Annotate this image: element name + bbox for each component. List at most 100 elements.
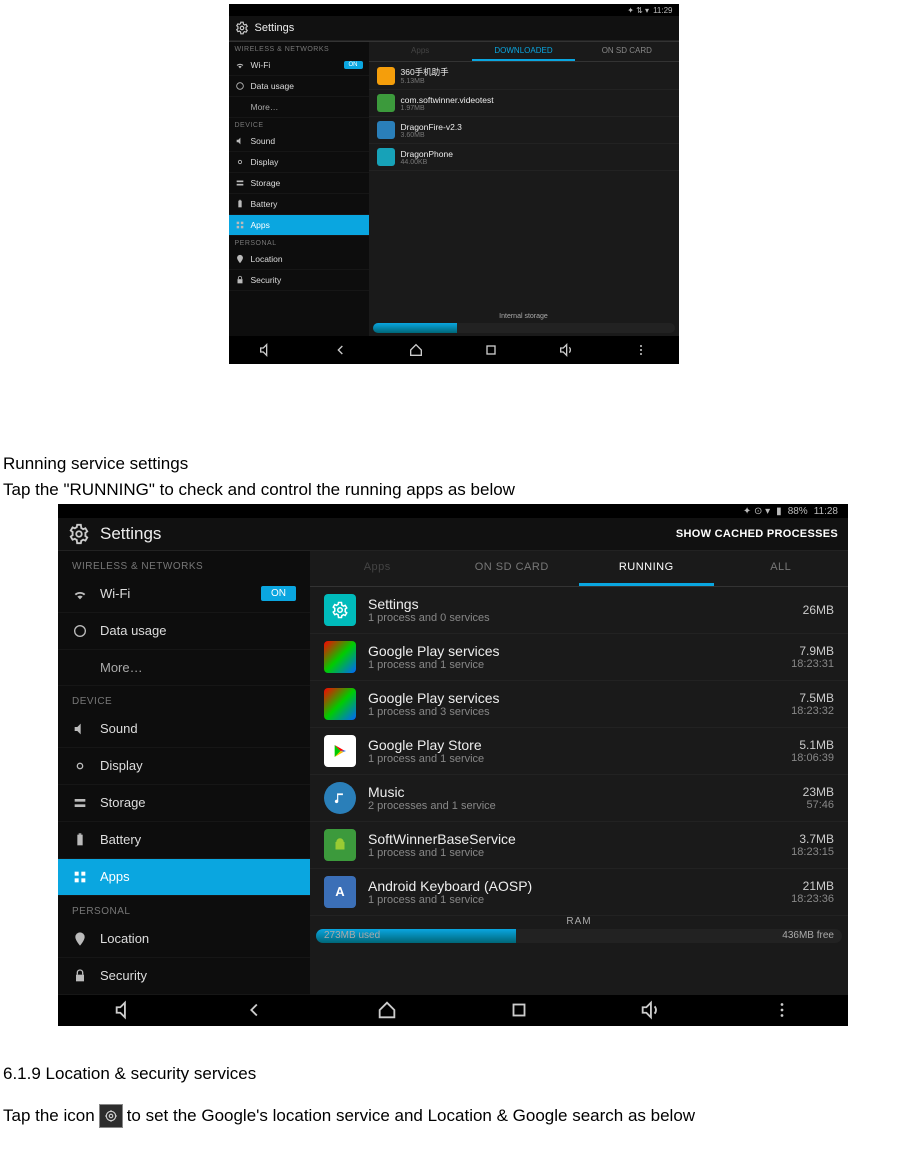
nav-home[interactable]	[408, 342, 424, 358]
app-memory: 7.5MB	[799, 691, 834, 705]
sidebar-item-apps[interactable]: Apps	[58, 859, 310, 896]
sidebar-item-wifi[interactable]: Wi-Fi ON	[58, 576, 310, 613]
tab-sdcard[interactable]: ON SD CARD	[575, 42, 678, 61]
sidebar-item-label: Location	[100, 931, 149, 946]
nav-menu[interactable]	[771, 999, 793, 1021]
sidebar-item-battery[interactable]: Battery	[58, 822, 310, 859]
app-row[interactable]: Music2 processes and 1 service 23MB57:46	[310, 775, 848, 822]
sidebar: WIRELESS & NETWORKS Wi-Fi ON Data usage …	[229, 42, 369, 336]
sidebar-item-wifi[interactable]: Wi-Fi ON	[229, 55, 369, 76]
app-name: Google Play services	[368, 643, 779, 659]
running-app-list[interactable]: Settings1 process and 0 services 26MB Go…	[310, 587, 848, 995]
sidebar-item-more[interactable]: More…	[229, 97, 369, 118]
ram-bar: RAM 273MB used 436MB free	[310, 916, 848, 948]
wifi-toggle[interactable]: ON	[261, 586, 296, 601]
tab-sdcard[interactable]: ON SD CARD	[445, 551, 580, 586]
sidebar-item-security[interactable]: Security	[58, 958, 310, 995]
app-row[interactable]: 360手机助手5.13MB	[369, 62, 679, 90]
nav-back[interactable]	[333, 342, 349, 358]
app-row[interactable]: Google Play Store1 process and 1 service…	[310, 728, 848, 775]
nav-volume-up[interactable]	[639, 999, 661, 1021]
app-size: 1.97MB	[401, 105, 494, 112]
app-sub: 1 process and 1 service	[368, 847, 779, 859]
app-memory: 7.9MB	[799, 644, 834, 658]
section-header-personal: PERSONAL	[58, 896, 310, 921]
app-row[interactable]: Settings1 process and 0 services 26MB	[310, 587, 848, 634]
sidebar-item-security[interactable]: Security	[229, 270, 369, 291]
app-name: 360手机助手	[401, 66, 449, 78]
sidebar: WIRELESS & NETWORKS Wi-Fi ON Data usage …	[58, 551, 310, 995]
wifi-toggle[interactable]: ON	[344, 61, 363, 69]
wifi-icon	[235, 60, 245, 70]
sidebar-item-storage[interactable]: Storage	[229, 173, 369, 194]
section-header-wireless: WIRELESS & NETWORKS	[229, 42, 369, 55]
app-row[interactable]: Google Play services1 process and 3 serv…	[310, 681, 848, 728]
app-name: Google Play services	[368, 690, 779, 706]
ram-used: 273MB used	[324, 930, 380, 941]
app-row[interactable]: A Android Keyboard (AOSP)1 process and 1…	[310, 869, 848, 916]
app-name: SoftWinnerBaseService	[368, 831, 779, 847]
text-pre: Tap the icon	[3, 1106, 95, 1126]
sidebar-item-display[interactable]: Display	[229, 152, 369, 173]
settings-apps-downloaded-screenshot: ✦ ⇅ ▾ 11:29 Settings WIRELESS & NETWORKS…	[229, 4, 679, 364]
sidebar-item-data-usage[interactable]: Data usage	[58, 613, 310, 650]
sidebar-item-location[interactable]: Location	[229, 249, 369, 270]
sidebar-item-battery[interactable]: Battery	[229, 194, 369, 215]
title-bar: Settings SHOW CACHED PROCESSES	[58, 518, 848, 551]
sidebar-item-sound[interactable]: Sound	[229, 131, 369, 152]
battery-icon	[72, 832, 88, 848]
app-row[interactable]: DragonPhone44.00KB	[369, 144, 679, 171]
sidebar-item-label: Storage	[251, 178, 281, 188]
data-usage-icon	[235, 81, 245, 91]
nav-recent[interactable]	[508, 999, 530, 1021]
app-time: 18:06:39	[791, 752, 834, 764]
sidebar-item-display[interactable]: Display	[58, 748, 310, 785]
tab-apps-label: Apps	[369, 42, 472, 61]
sidebar-item-label: Display	[100, 758, 143, 773]
tab-all[interactable]: ALL	[714, 551, 849, 586]
nav-bar	[58, 995, 848, 1027]
app-memory: 23MB	[803, 785, 834, 799]
app-row[interactable]: Google Play services1 process and 1 serv…	[310, 634, 848, 681]
sidebar-item-location[interactable]: Location	[58, 921, 310, 958]
status-battery-icon: ▮	[776, 506, 782, 517]
tab-running[interactable]: RUNNING	[579, 551, 714, 586]
nav-menu[interactable]	[633, 342, 649, 358]
sound-icon	[72, 721, 88, 737]
nav-home[interactable]	[376, 999, 398, 1021]
app-size: 44.00KB	[401, 159, 453, 166]
sidebar-item-label: Storage	[100, 795, 146, 810]
tab-downloaded[interactable]: DOWNLOADED	[472, 42, 575, 61]
app-sub: 1 process and 0 services	[368, 612, 791, 624]
display-icon	[235, 157, 245, 167]
storage-icon	[72, 795, 88, 811]
nav-back[interactable]	[244, 999, 266, 1021]
section-header-personal: PERSONAL	[229, 236, 369, 249]
location-settings-icon	[99, 1104, 123, 1128]
sidebar-item-storage[interactable]: Storage	[58, 785, 310, 822]
app-row[interactable]: com.softwinner.videotest1.97MB	[369, 90, 679, 117]
settings-apps-running-screenshot: ✦ ⊙ ▾ ▮ 88% 11:28 Settings SHOW CACHED P…	[58, 504, 848, 1026]
show-cached-button[interactable]: SHOW CACHED PROCESSES	[676, 528, 838, 540]
status-time: 11:28	[814, 506, 838, 517]
nav-volume-down[interactable]	[258, 342, 274, 358]
sidebar-item-more[interactable]: More…	[58, 650, 310, 686]
play-services-icon	[324, 641, 356, 673]
sidebar-item-label: Sound	[251, 136, 276, 146]
app-row[interactable]: SoftWinnerBaseService1 process and 1 ser…	[310, 822, 848, 869]
sidebar-item-apps[interactable]: Apps	[229, 215, 369, 236]
app-list[interactable]: 360手机助手5.13MB com.softwinner.videotest1.…	[369, 62, 679, 336]
app-row[interactable]: DragonFire-v2.33.60MB	[369, 117, 679, 144]
nav-volume-up[interactable]	[558, 342, 574, 358]
sidebar-item-sound[interactable]: Sound	[58, 711, 310, 748]
settings-app-icon	[324, 594, 356, 626]
sidebar-item-data-usage[interactable]: Data usage	[229, 76, 369, 97]
sidebar-item-label: Data usage	[251, 81, 294, 91]
nav-recent[interactable]	[483, 342, 499, 358]
nav-volume-down[interactable]	[113, 999, 135, 1021]
sidebar-item-label: More…	[251, 102, 279, 112]
tabs: Apps ON SD CARD RUNNING ALL	[310, 551, 848, 587]
sidebar-item-label: Sound	[100, 721, 138, 736]
app-name: Google Play Store	[368, 737, 779, 753]
status-bar: ✦ ⊙ ▾ ▮ 88% 11:28	[58, 504, 848, 518]
